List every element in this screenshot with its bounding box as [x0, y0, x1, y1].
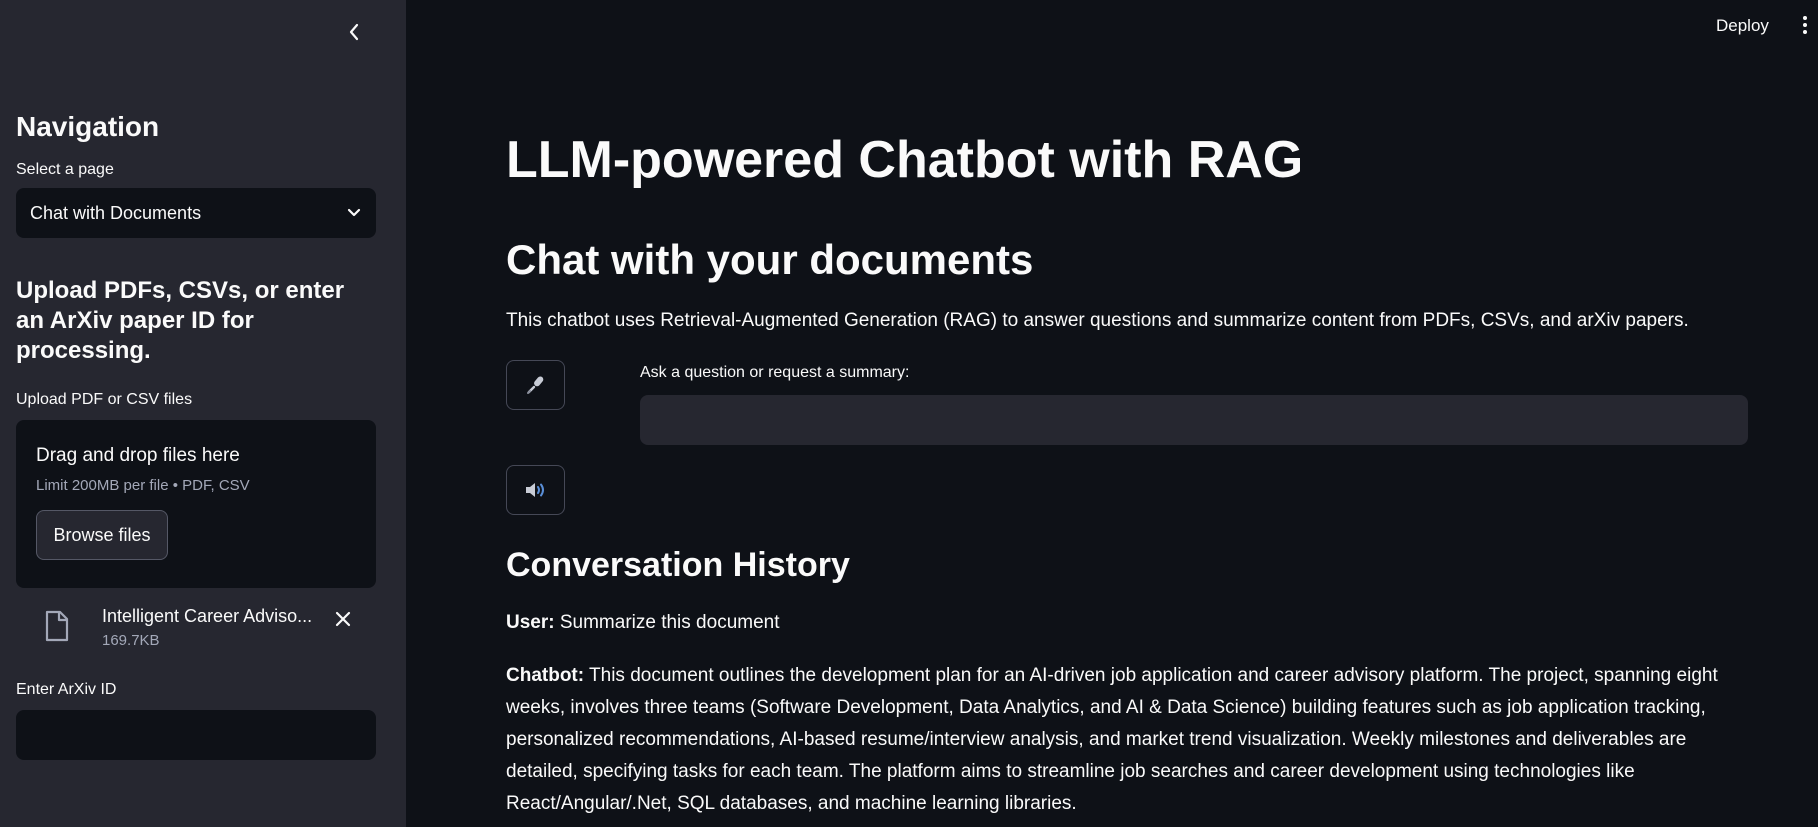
upload-heading: Upload PDFs, CSVs, or enter an ArXiv pap… [16, 277, 345, 364]
message-speaker: Chatbot: [506, 665, 585, 686]
chevron-down-icon [347, 208, 361, 217]
file-dropzone[interactable]: Drag and drop files here Limit 200MB per… [16, 420, 376, 588]
question-input[interactable] [640, 395, 1748, 445]
history-heading: Conversation History [506, 546, 850, 584]
microphone-icon [526, 376, 543, 394]
message-text: Summarize this document [559, 612, 780, 633]
message-text: This document outlines the development p… [506, 665, 1718, 814]
kebab-menu-icon [1800, 16, 1810, 34]
upload-label: Upload PDF or CSV files [16, 391, 193, 408]
file-size: 169.7KB [102, 632, 160, 649]
remove-file-button[interactable] [334, 610, 352, 633]
main-menu-button[interactable] [1800, 16, 1810, 40]
close-icon [335, 611, 351, 627]
arxiv-label: Enter ArXiv ID [16, 681, 117, 698]
speaker-icon [525, 483, 544, 497]
chevron-left-icon [349, 23, 359, 41]
sidebar-heading: Navigation [16, 111, 160, 142]
collapse-sidebar-button[interactable] [342, 20, 366, 44]
page-select-value: Chat with Documents [30, 202, 202, 223]
history-message-user: User: Summarize this document [506, 612, 780, 634]
dropzone-title: Drag and drop files here [36, 445, 240, 466]
history-message-chatbot: Chatbot: This document outlines the deve… [506, 660, 1726, 820]
ask-label: Ask a question or request a summary: [640, 364, 910, 381]
arxiv-id-input[interactable] [16, 710, 376, 760]
file-icon [45, 610, 69, 642]
deploy-button[interactable]: Deploy [1716, 16, 1769, 36]
message-speaker: User: [506, 612, 555, 633]
uploaded-file: Intelligent Career Adviso... 169.7KB [16, 588, 376, 660]
select-page-label: Select a page [16, 161, 114, 178]
page-title: LLM-powered Chatbot with RAG [506, 131, 1304, 189]
file-name: Intelligent Career Adviso... [102, 606, 313, 626]
voice-input-button[interactable] [506, 360, 565, 410]
page-subtitle: Chat with your documents [506, 236, 1034, 283]
page-select[interactable]: Chat with Documents [16, 188, 376, 238]
page-description: This chatbot uses Retrieval-Augmented Ge… [506, 310, 1689, 331]
browse-files-button[interactable]: Browse files [36, 510, 168, 560]
text-to-speech-button[interactable] [506, 465, 565, 515]
dropzone-limit: Limit 200MB per file • PDF, CSV [36, 477, 250, 494]
sidebar: Navigation Select a page Chat with Docum… [0, 0, 406, 827]
